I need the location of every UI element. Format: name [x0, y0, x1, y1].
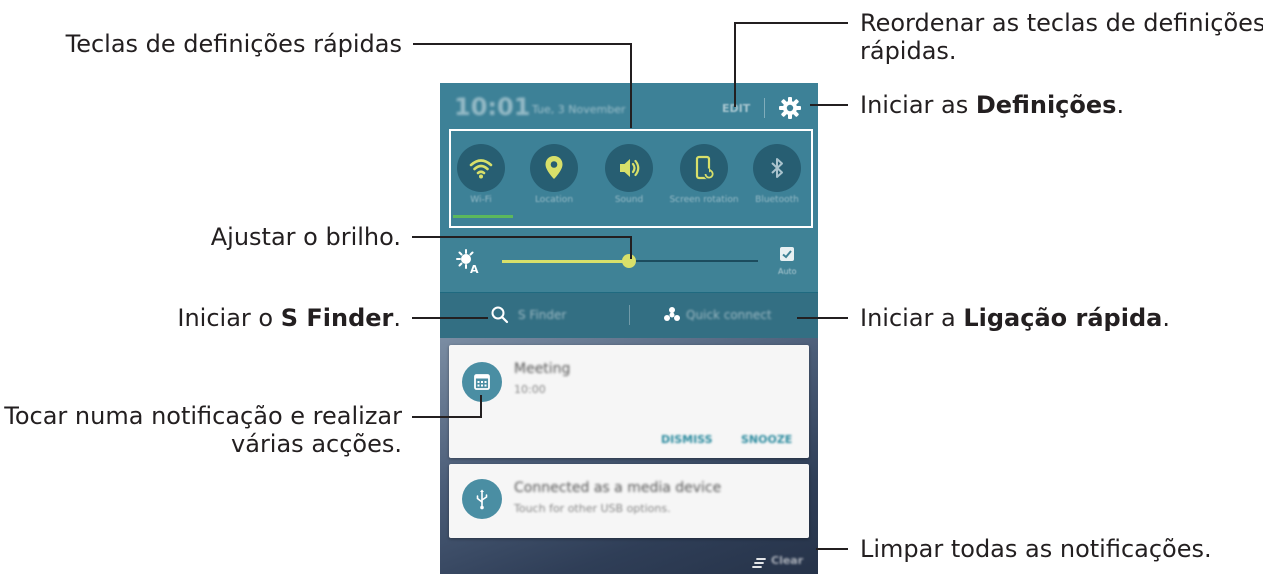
callout-quick-settings-keys: Teclas de definições rápidas: [65, 30, 402, 58]
callout-lines: [412, 22, 848, 550]
callout-quick-connect: Iniciar a Ligação rápida.: [860, 304, 1170, 332]
callout-notification: Tocar numa notificação e realizar várias…: [4, 402, 402, 458]
callout-reorder: Reordenar as teclas de definições rápida…: [860, 9, 1263, 65]
callout-clear-all: Limpar todas as notificações.: [860, 535, 1212, 563]
callout-s-finder: Iniciar o S Finder.: [177, 304, 401, 332]
callout-brightness: Ajustar o brilho.: [210, 223, 401, 251]
callout-settings: Iniciar as Definições.: [860, 91, 1125, 119]
